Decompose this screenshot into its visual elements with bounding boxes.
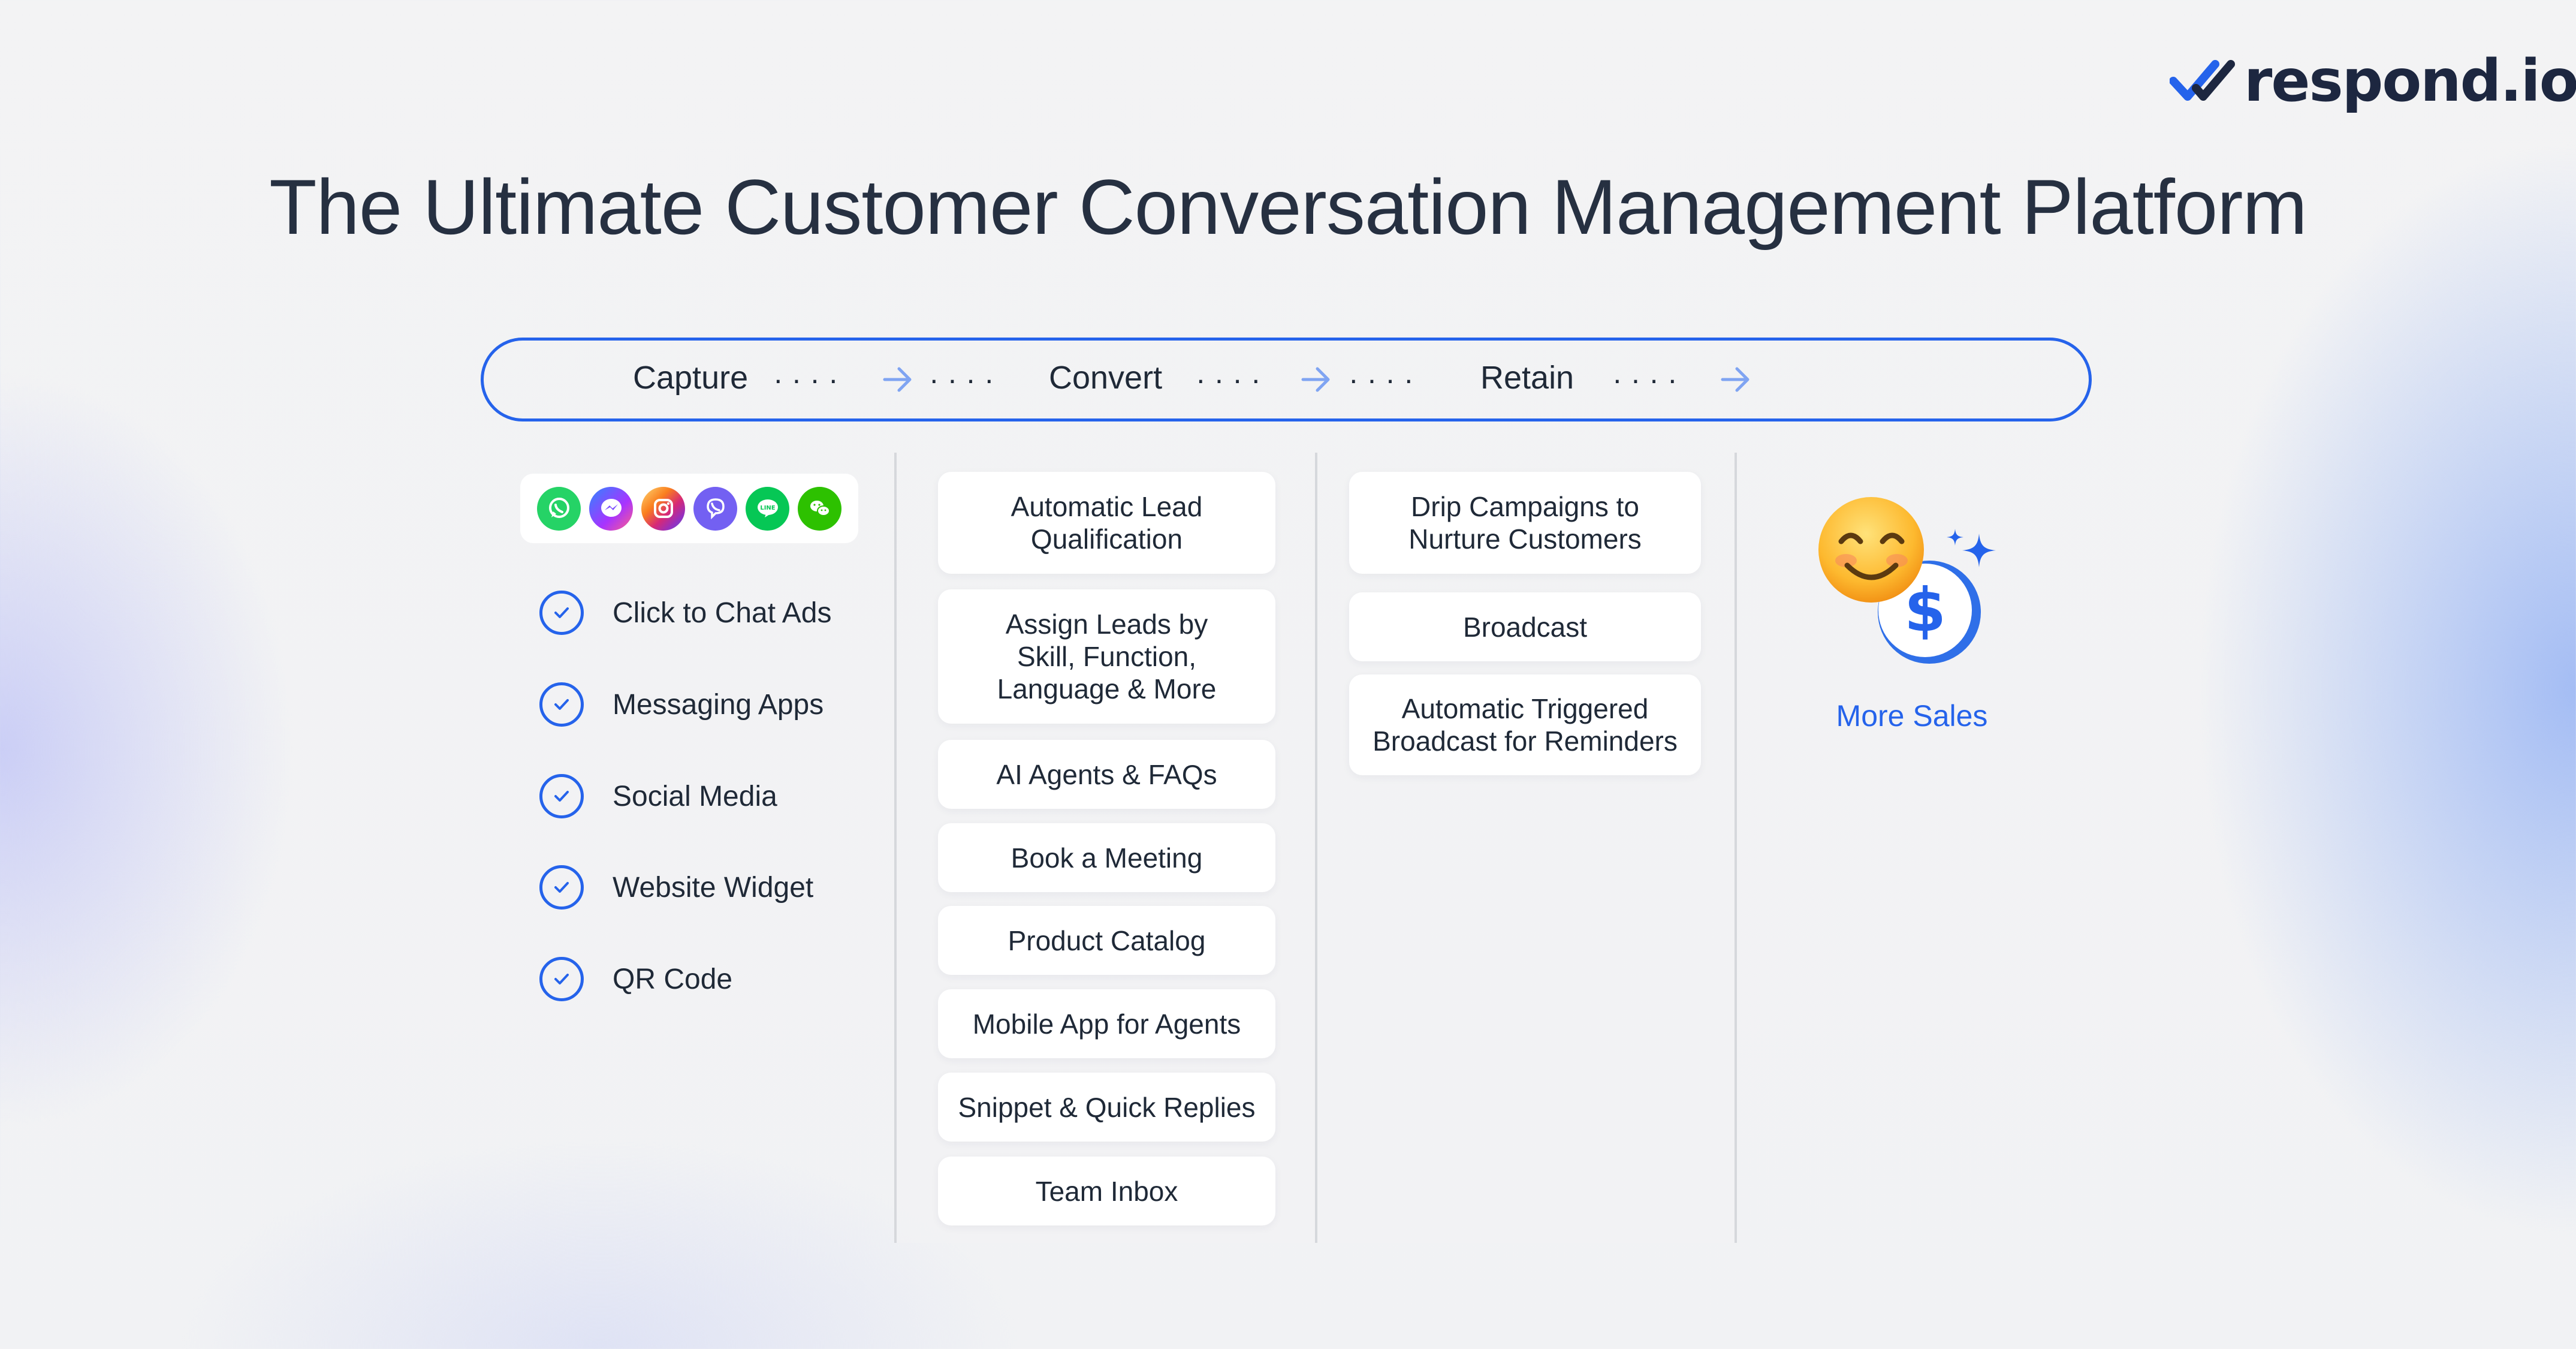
retain-feature-card: Automatic Triggered Broadcast for Remind… <box>1349 674 1701 775</box>
checkmark-icon <box>539 591 584 635</box>
flow-dots: ···· <box>1196 363 1269 396</box>
column-divider <box>1735 453 1737 1243</box>
arrow-right-icon <box>1301 367 1330 392</box>
capture-item-label: Click to Chat Ads <box>613 597 832 629</box>
capture-item: Website Widget <box>539 862 813 913</box>
brand-logo: respond.io <box>2170 47 2576 115</box>
capture-item-label: QR Code <box>613 963 733 995</box>
viber-icon <box>693 486 737 531</box>
capture-item: Click to Chat Ads <box>539 588 831 638</box>
flow-dots: ···· <box>929 363 1003 396</box>
flow-dots: ···· <box>1349 363 1422 396</box>
svg-text:LINE: LINE <box>760 505 775 511</box>
convert-feature-card: Snippet & Quick Replies <box>938 1073 1275 1142</box>
wechat-icon <box>798 486 841 531</box>
convert-feature-card: AI Agents & FAQs <box>938 740 1275 809</box>
page-title: The Ultimate Customer Conversation Manag… <box>269 163 2307 251</box>
capture-item-label: Social Media <box>613 780 777 812</box>
brand-name: respond.io <box>2244 47 2576 115</box>
checkmark-icon <box>539 682 584 727</box>
smiling-face-icon <box>1818 497 1924 603</box>
whatsapp-icon <box>537 486 581 531</box>
convert-feature-card: Mobile App for Agents <box>938 989 1275 1058</box>
checkmark-icon <box>539 774 584 818</box>
column-divider <box>894 453 897 1243</box>
stage-convert: Convert <box>1049 360 1163 396</box>
double-check-logo-icon <box>2170 60 2235 101</box>
arrow-right-icon <box>1721 367 1749 392</box>
flow-dots: ···· <box>773 363 847 396</box>
checkmark-icon <box>539 865 584 910</box>
flow-dots: ···· <box>1612 363 1686 396</box>
capture-item: Social Media <box>539 771 777 821</box>
capture-item: QR Code <box>539 954 732 1004</box>
capture-item-label: Messaging Apps <box>613 688 824 721</box>
capture-item-label: Website Widget <box>613 871 814 904</box>
arrow-right-icon <box>883 367 912 392</box>
convert-feature-card: Book a Meeting <box>938 823 1275 892</box>
outcome-label: More Sales <box>1836 699 1988 733</box>
stage-retain: Retain <box>1480 360 1574 396</box>
convert-feature-card: Team Inbox <box>938 1157 1275 1225</box>
convert-feature-card: Product Catalog <box>938 906 1275 975</box>
retain-feature-card: Drip Campaigns to Nurture Customers <box>1349 472 1701 574</box>
line-icon: LINE <box>746 486 789 531</box>
sparkle-icon <box>1947 529 1996 567</box>
retain-feature-card: Broadcast <box>1349 592 1701 661</box>
convert-feature-card: Automatic Lead Qualification <box>938 472 1275 574</box>
column-divider <box>1315 453 1317 1243</box>
checkmark-icon <box>539 957 584 1001</box>
capture-item: Messaging Apps <box>539 679 824 730</box>
instagram-icon <box>641 486 685 531</box>
messaging-apps-strip: LINE <box>520 474 858 543</box>
convert-feature-card: Assign Leads by Skill, Function, Languag… <box>938 589 1275 724</box>
stage-capture: Capture <box>633 360 749 396</box>
messenger-icon <box>589 486 633 531</box>
